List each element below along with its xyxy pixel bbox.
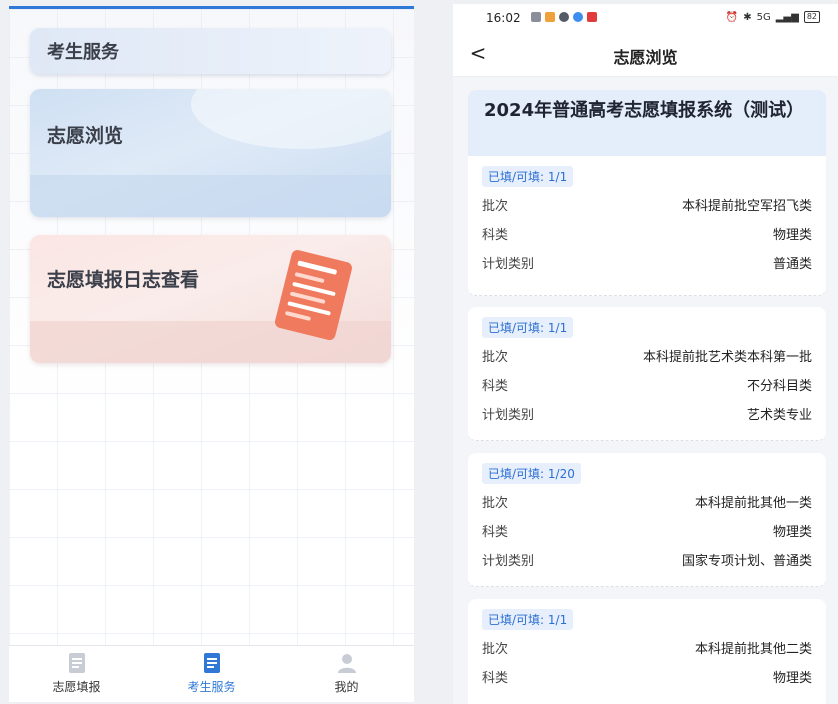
title-bar: < 志愿浏览 — [453, 32, 838, 77]
card-title: 志愿浏览 — [47, 125, 124, 147]
field-label: 科类 — [482, 379, 509, 394]
record-row-subject: 科类 不分科目类 — [482, 370, 812, 399]
user-icon — [337, 654, 356, 673]
status-bar: 16:02 ⏰ ✱ 5G ▂▄▆ 82 — [453, 4, 838, 32]
record-row-batch: 批次 本科提前批其他一类 — [482, 487, 812, 516]
field-label: 计划类别 — [482, 408, 535, 423]
document-icon — [203, 653, 220, 673]
field-value: 本科提前批艺术类本科第一批 — [642, 350, 812, 365]
record-row-subject: 科类 物理类 — [482, 219, 812, 248]
nav-label: 志愿填报 — [52, 680, 101, 694]
app-icon — [573, 12, 583, 22]
notification-icons — [531, 12, 597, 22]
section-title: 考生服务 — [47, 42, 119, 63]
field-value: 物理类 — [772, 671, 812, 686]
field-label: 科类 — [482, 671, 509, 686]
battery-icon: 82 — [803, 11, 820, 23]
field-label: 批次 — [482, 350, 509, 365]
left-phone-screen: 考生服务 志愿浏览 志愿填报日志查看 志愿填报 考生服务 我的 — [9, 6, 414, 702]
decor-cloud — [191, 89, 391, 149]
page-title: 志愿浏览 — [613, 48, 678, 67]
system-icons: ⏰ ✱ 5G ▂▄▆ 82 — [726, 11, 820, 23]
system-header: 2024年普通高考志愿填报系统（测试） — [468, 90, 826, 156]
record-row-plan: 计划类别 艺术类专业 — [482, 399, 812, 428]
volunteer-record-card[interactable]: 已填/可填: 1/1 批次 本科提前批空军招飞类 科类 物理类 计划类别 普通类 — [468, 156, 826, 296]
volunteer-browse-card[interactable]: 志愿浏览 — [30, 89, 391, 217]
system-title: 2024年普通高考志愿填报系统（测试） — [484, 100, 805, 121]
document-icon — [68, 653, 85, 673]
bell-icon — [559, 12, 569, 22]
signal-icon: ▂▄▆ — [775, 11, 799, 23]
card-band — [30, 175, 391, 217]
volunteer-record-card[interactable]: 已填/可填: 1/20 批次 本科提前批其他一类 科类 物理类 计划类别 国家专… — [468, 453, 826, 587]
field-label: 批次 — [482, 496, 509, 511]
fill-count-badge: 已填/可填: 1/20 — [482, 463, 581, 484]
field-label: 计划类别 — [482, 257, 535, 272]
alarm-icon: ⏰ — [725, 11, 739, 23]
nav-label: 考生服务 — [187, 680, 236, 694]
record-row-subject: 科类 物理类 — [482, 516, 812, 545]
nav-item-mine[interactable]: 我的 — [279, 646, 414, 702]
field-value: 艺术类专业 — [746, 408, 812, 423]
fill-count-badge: 已填/可填: 1/1 — [482, 317, 574, 338]
field-value: 物理类 — [772, 525, 812, 540]
record-row-plan: 计划类别 普通类 — [482, 248, 812, 277]
section-header: 考生服务 — [30, 28, 391, 74]
app-icon — [531, 12, 541, 22]
record-row-batch: 批次 本科提前批空军招飞类 — [482, 190, 812, 219]
field-value: 不分科目类 — [746, 379, 812, 394]
signal-label: 5G — [756, 11, 771, 23]
nav-label: 我的 — [334, 680, 359, 694]
application-log-card[interactable]: 志愿填报日志查看 — [30, 235, 391, 363]
volunteer-record-card[interactable]: 已填/可填: 1/1 批次 本科提前批艺术类本科第一批 科类 不分科目类 计划类… — [468, 307, 826, 441]
field-value: 本科提前批其他二类 — [694, 642, 812, 657]
field-label: 科类 — [482, 525, 509, 540]
field-label: 科类 — [482, 228, 509, 243]
right-phone-screen: 16:02 ⏰ ✱ 5G ▂▄▆ 82 < 志愿浏览 2024年普通高考志愿填报… — [453, 4, 838, 704]
field-label: 计划类别 — [482, 554, 535, 569]
field-value: 本科提前批空军招飞类 — [681, 199, 812, 214]
field-label: 批次 — [482, 199, 509, 214]
card-title: 志愿填报日志查看 — [47, 269, 200, 291]
app-icon — [545, 12, 555, 22]
nav-item-student-service[interactable]: 考生服务 — [144, 646, 279, 702]
fill-count-badge: 已填/可填: 1/1 — [482, 609, 574, 630]
field-value: 国家专项计划、普通类 — [681, 554, 812, 569]
field-value: 物理类 — [772, 228, 812, 243]
app-icon — [587, 12, 597, 22]
bluetooth-icon: ✱ — [743, 11, 752, 23]
volunteer-record-card[interactable]: 已填/可填: 1/1 批次 本科提前批其他二类 科类 物理类 — [468, 599, 826, 704]
field-value: 普通类 — [772, 257, 812, 272]
record-row-subject: 科类 物理类 — [482, 662, 812, 691]
fill-count-badge: 已填/可填: 1/1 — [482, 166, 574, 187]
nav-item-volunteer-fill[interactable]: 志愿填报 — [9, 646, 144, 702]
field-value: 本科提前批其他一类 — [694, 496, 812, 511]
record-row-plan: 计划类别 国家专项计划、普通类 — [482, 545, 812, 574]
record-row-batch: 批次 本科提前批其他二类 — [482, 633, 812, 662]
status-time: 16:02 — [486, 11, 521, 25]
bottom-navigation: 志愿填报 考生服务 我的 — [9, 645, 414, 702]
record-row-batch: 批次 本科提前批艺术类本科第一批 — [482, 341, 812, 370]
document-icon — [275, 250, 352, 341]
field-label: 批次 — [482, 642, 509, 657]
